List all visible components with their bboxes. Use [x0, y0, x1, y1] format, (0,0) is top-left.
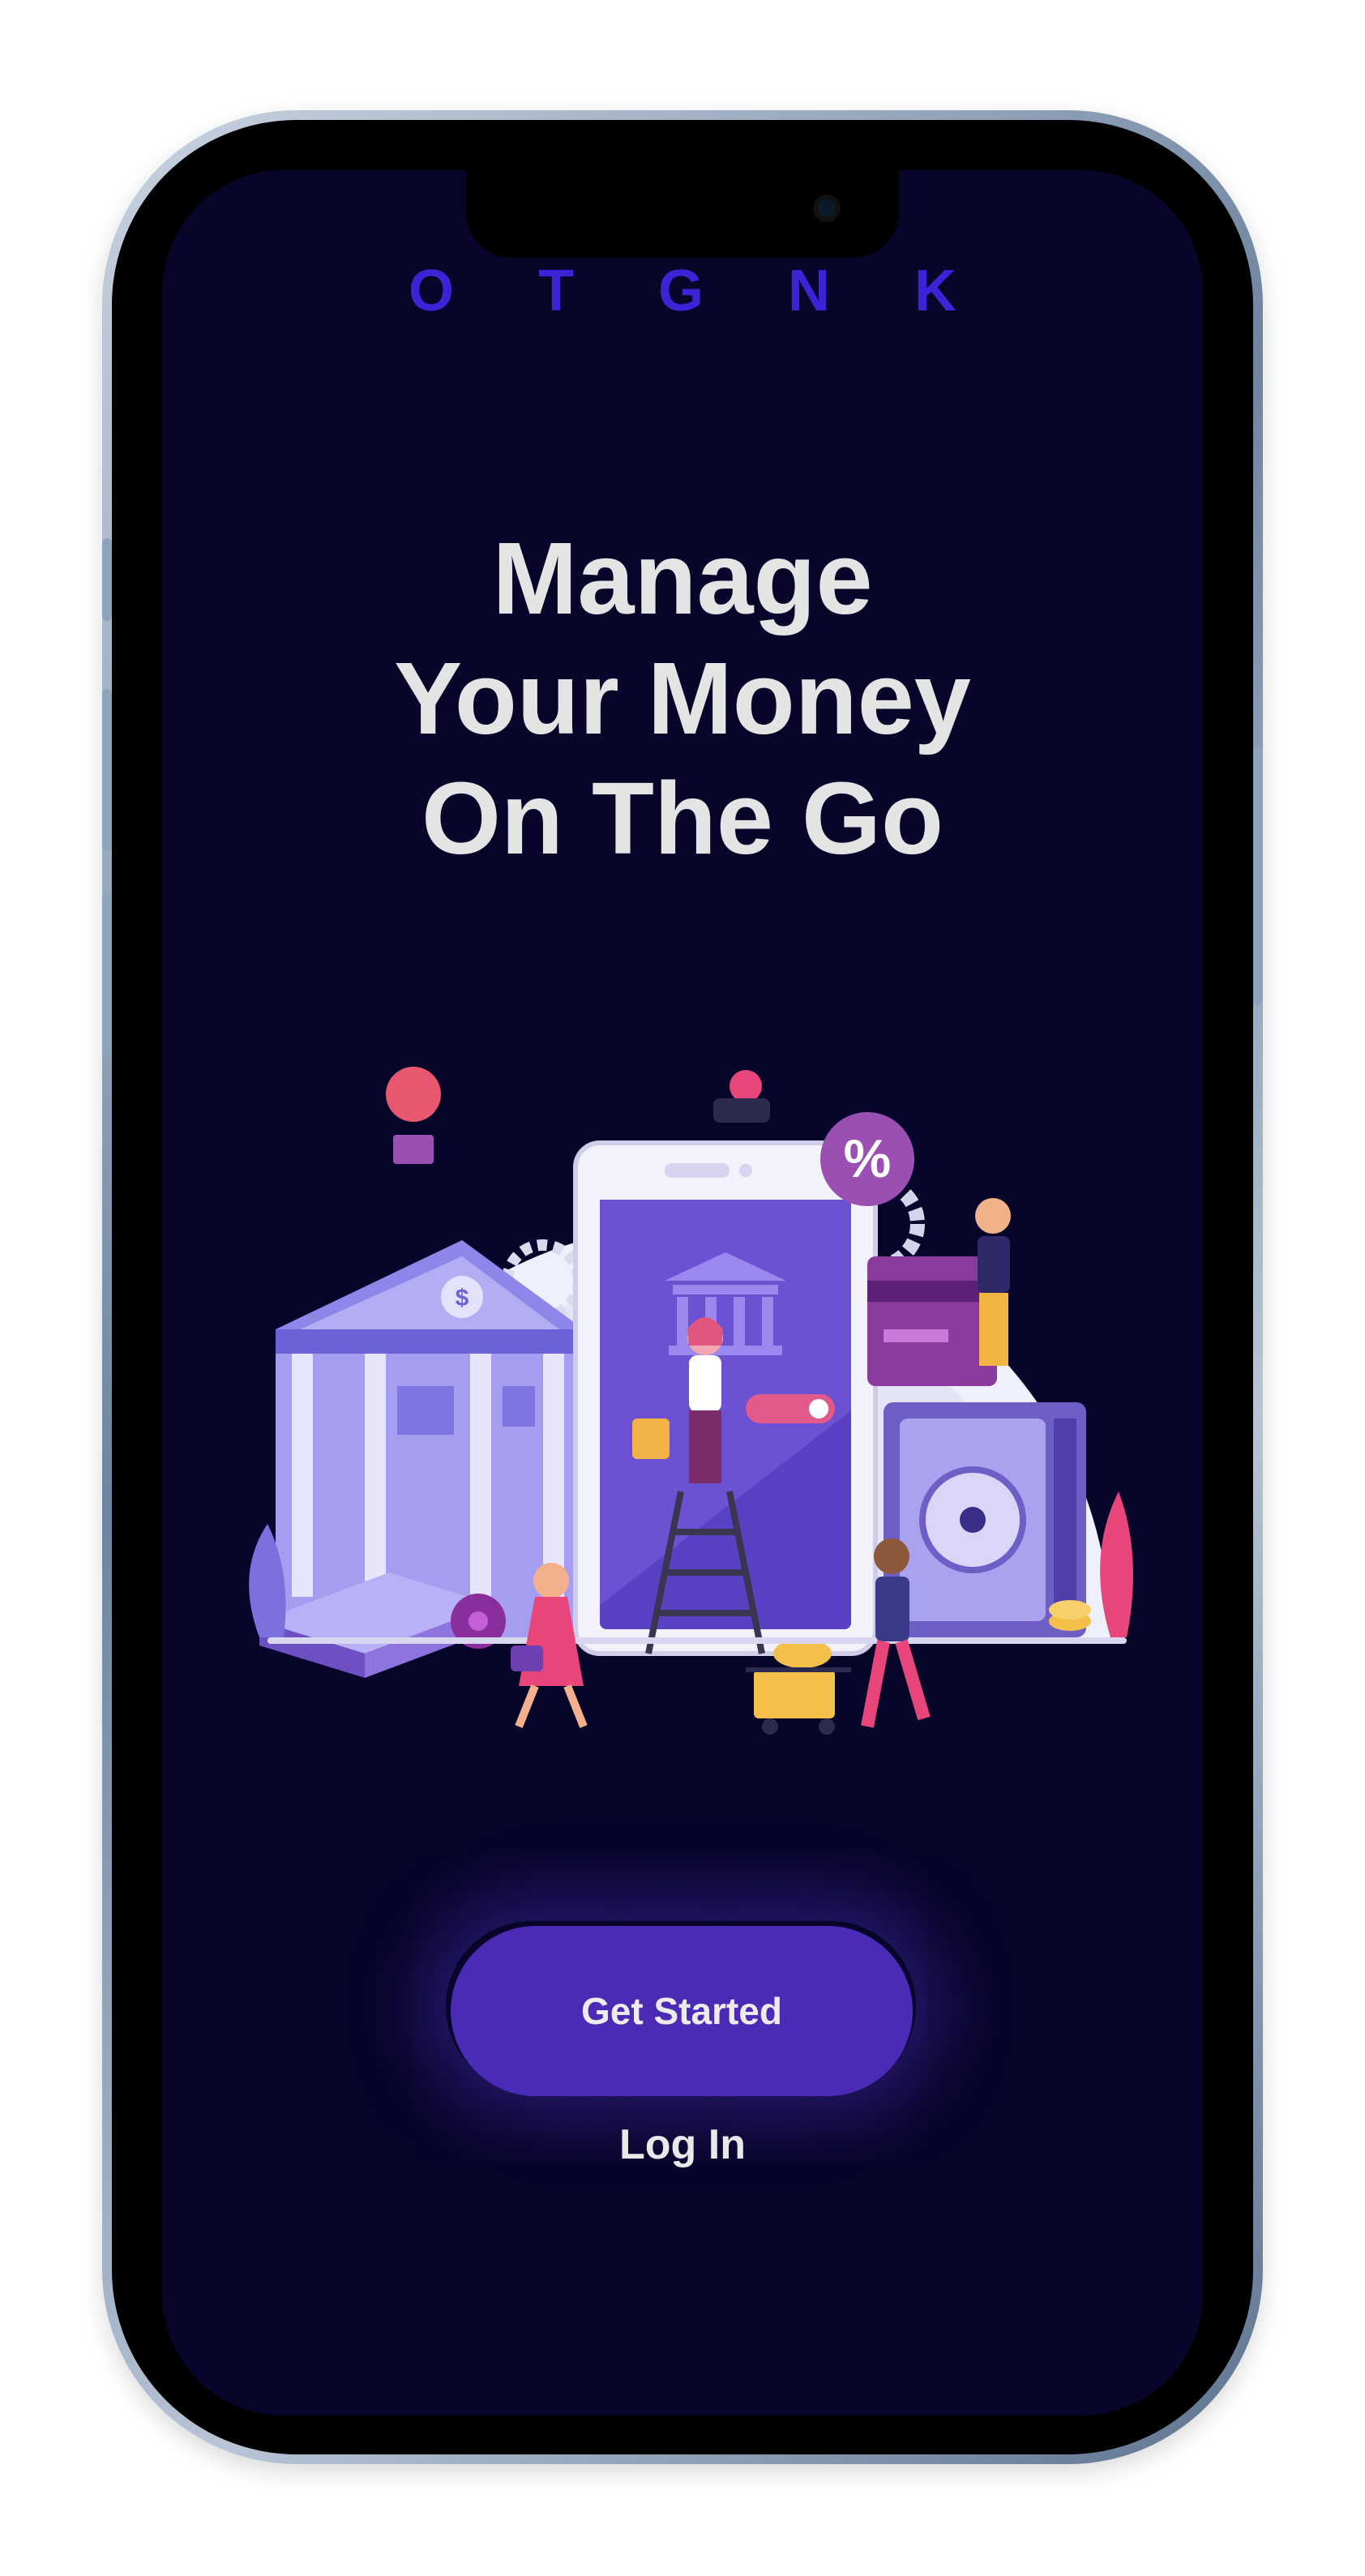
get-started-button[interactable]: Get Started	[451, 1926, 913, 2096]
log-in-link[interactable]: Log In	[162, 2120, 1203, 2169]
phone-power-button	[1253, 746, 1263, 1005]
plant-icon	[1100, 1491, 1133, 1637]
smartphone-icon	[573, 1140, 878, 1656]
person-on-phone-top	[713, 1070, 770, 1123]
hot-air-balloon-icon	[386, 1067, 441, 1164]
percent-badge-icon: %	[820, 1112, 914, 1206]
svg-text:%: %	[844, 1128, 892, 1188]
shopping-cart-icon	[746, 1667, 851, 1735]
svg-text:$: $	[456, 1285, 469, 1312]
hero-headline: Manage Your Money On The Go	[162, 519, 1203, 879]
notch	[466, 170, 899, 258]
phone-volume-down-button	[102, 895, 112, 1057]
brand-logo: O T G N K	[409, 259, 991, 323]
app-screen: O T G N K Manage Your Money On The Go $	[162, 170, 1203, 2416]
headline-line-1: Manage	[492, 521, 873, 635]
safe-icon	[884, 1402, 1086, 1637]
phone-volume-up-button	[102, 689, 112, 851]
camera-icon	[813, 195, 841, 222]
banking-illustration: $ %	[249, 1067, 1133, 1735]
phone-mute-switch	[102, 538, 112, 621]
headline-line-3: On The Go	[421, 761, 944, 875]
person-standing	[975, 1198, 1011, 1366]
headline-line-2: Your Money	[394, 641, 971, 755]
